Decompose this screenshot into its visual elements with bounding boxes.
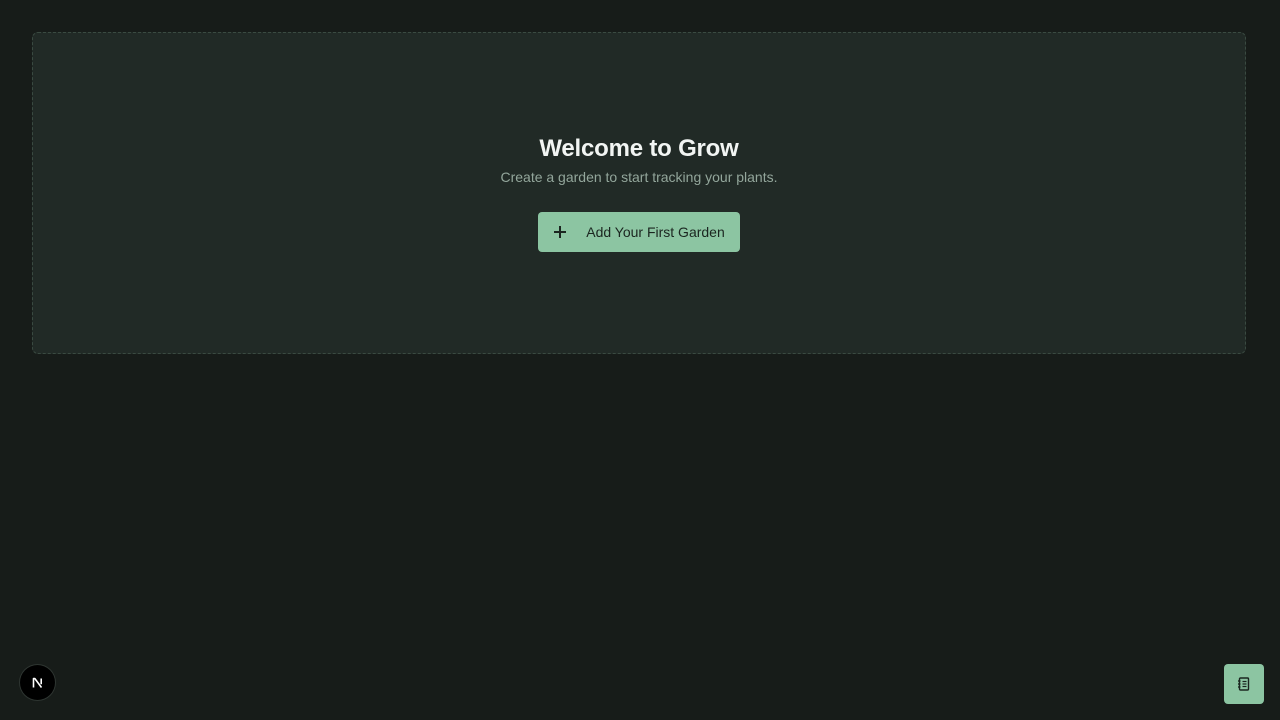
welcome-subtitle: Create a garden to start tracking your p… xyxy=(500,169,778,185)
app-page: Welcome to Grow Create a garden to start… xyxy=(0,0,1280,720)
notes-floating-button[interactable] xyxy=(1224,664,1264,704)
add-first-garden-button[interactable]: Add Your First Garden xyxy=(538,212,740,252)
add-first-garden-label: Add Your First Garden xyxy=(586,224,725,240)
nextjs-logo-icon xyxy=(32,677,42,688)
plus-icon xyxy=(554,226,567,238)
nextjs-dev-indicator-button[interactable] xyxy=(20,665,55,700)
empty-state-content: Welcome to Grow Create a garden to start… xyxy=(33,135,1245,252)
empty-state-card: Welcome to Grow Create a garden to start… xyxy=(32,32,1246,354)
notebook-icon xyxy=(1238,677,1250,691)
welcome-title: Welcome to Grow xyxy=(539,135,739,162)
